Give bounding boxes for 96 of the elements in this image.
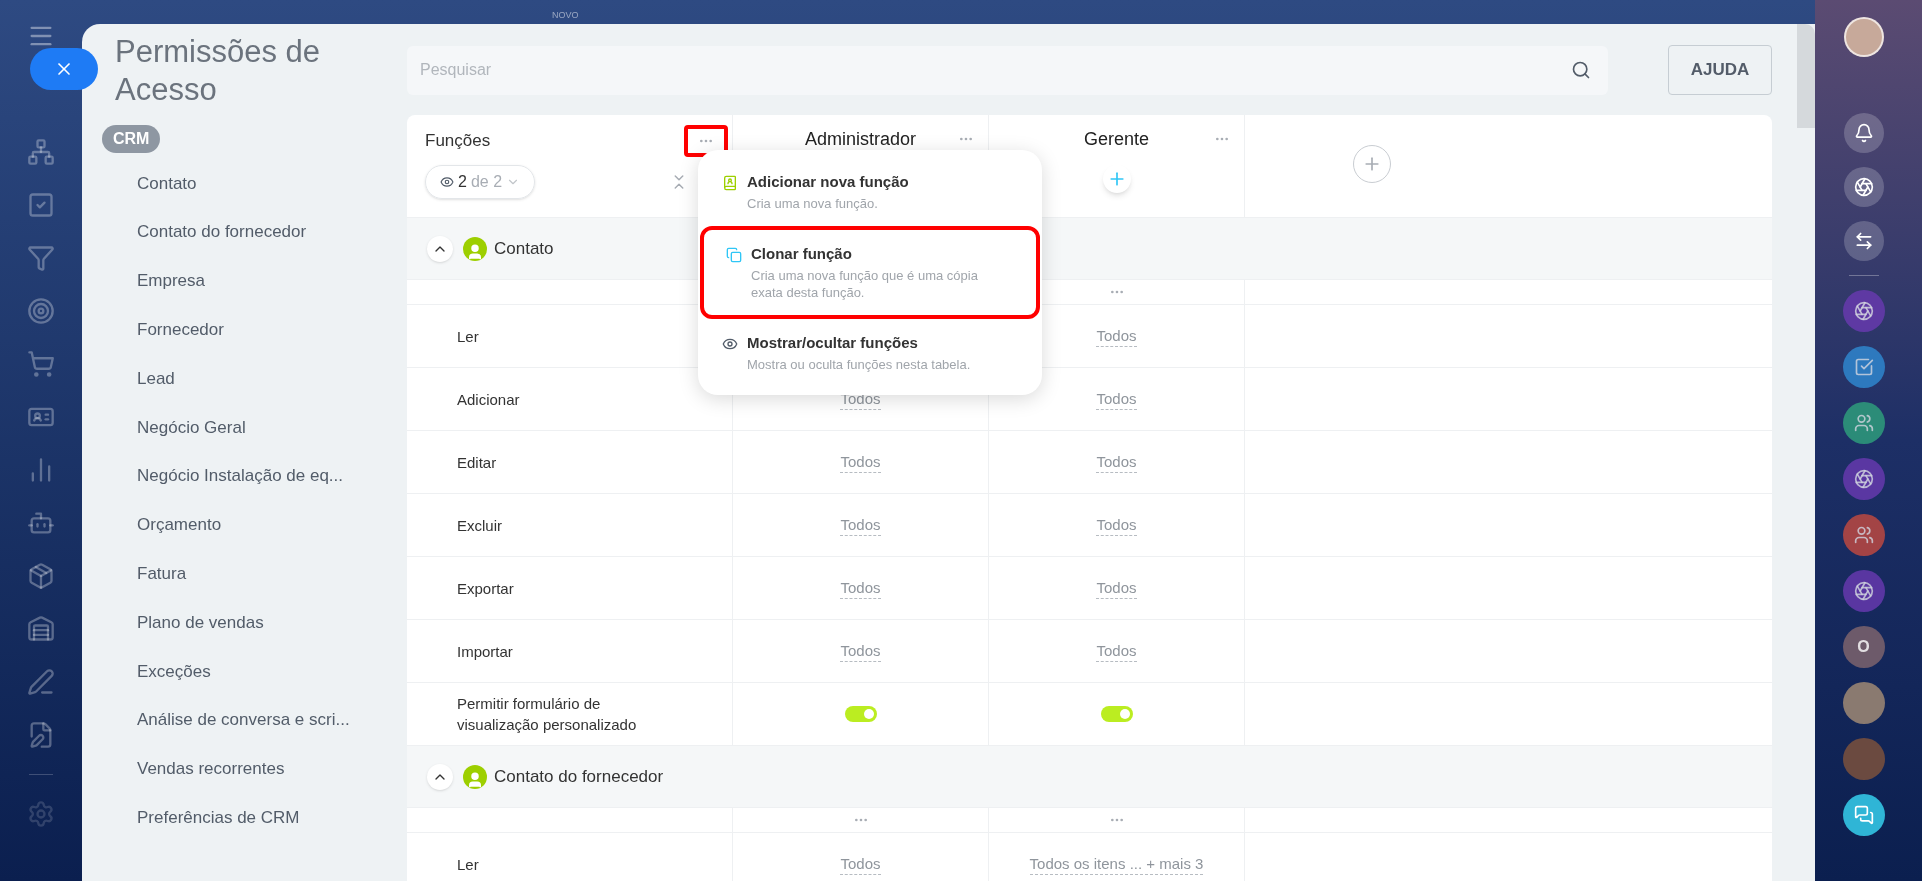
toggle-switch[interactable] <box>844 706 877 722</box>
access-level-link[interactable]: Todos <box>840 853 881 875</box>
permission-label: Excluir <box>457 515 502 536</box>
access-level-link[interactable]: Todos <box>1096 577 1137 599</box>
menu-item-description: Cria uma nova função que é uma cópia exata desta função. <box>751 267 979 301</box>
menu-item[interactable]: Mostrar/ocultar funções Mostra ou oculta funções nesta tabela. <box>700 321 1040 385</box>
eye-icon <box>722 336 738 352</box>
sidebar-item[interactable]: Lead <box>137 365 175 392</box>
aperture-icon <box>1853 301 1874 321</box>
settings-icon[interactable] <box>27 800 55 828</box>
menu-item[interactable]: Adicionar nova função Cria uma nova função. <box>700 160 1040 224</box>
scrollbar[interactable] <box>1797 24 1815 128</box>
page-title: Permissões de Acesso <box>115 33 322 109</box>
sidebar-item[interactable]: Plano de vendas <box>137 609 264 636</box>
chat-button[interactable] <box>1842 402 1885 444</box>
box-icon[interactable] <box>27 562 55 590</box>
sidebar-item[interactable]: Orçamento <box>137 512 222 538</box>
menu-item-description: Mostra ou oculta funções nesta tabela. <box>747 356 972 373</box>
expand-toggle[interactable] <box>427 235 453 262</box>
sidebar-item[interactable]: Exceções <box>137 658 211 685</box>
person-icon <box>463 764 487 789</box>
people-icon <box>1853 413 1874 433</box>
toolbar-button[interactable] <box>1843 221 1884 261</box>
chat-button[interactable] <box>1842 346 1885 388</box>
user-avatar[interactable] <box>1843 17 1884 57</box>
target-icon[interactable] <box>27 297 55 325</box>
chat-button[interactable] <box>1842 290 1885 332</box>
chat-button[interactable] <box>1842 514 1885 556</box>
bell-icon[interactable] <box>1853 123 1874 143</box>
permission-label: Ler <box>457 326 479 347</box>
permission-label: Importar <box>457 641 513 662</box>
sidebar-item[interactable]: Preferências de CRM <box>137 805 300 831</box>
access-level-link[interactable]: Todos <box>840 577 881 599</box>
copy-icon <box>726 247 742 263</box>
sidebar-item[interactable]: Fatura <box>137 561 187 587</box>
toolbar-button[interactable] <box>1843 167 1884 207</box>
access-level-link[interactable]: Todos <box>840 640 881 662</box>
menu-item-title: Adicionar nova função <box>747 172 910 192</box>
chat-icon <box>1853 805 1874 825</box>
close-button[interactable] <box>30 48 98 90</box>
people-icon <box>1853 525 1874 545</box>
new-label: NOVO <box>552 9 579 21</box>
sidebar-item[interactable]: Negócio Instalação de eq... <box>137 463 344 489</box>
sidebar-item[interactable]: Negócio Geral <box>137 414 246 441</box>
checkbox-icon <box>1853 357 1874 377</box>
search-field[interactable]: Pesquisar <box>407 45 1608 95</box>
permission-label: Permitir formulário de visualização personalizado <box>457 694 638 735</box>
expand-toggle[interactable] <box>427 763 453 790</box>
section-title: Contato <box>494 237 554 260</box>
chat-button[interactable] <box>1842 458 1885 500</box>
access-level-link[interactable]: Todos <box>1096 451 1137 473</box>
permission-label: Adicionar <box>457 389 520 410</box>
sidebar-item[interactable]: Contato <box>137 170 197 197</box>
menu-item-title: Mostrar/ocultar funções <box>747 333 919 353</box>
column-title: Funções <box>425 130 491 152</box>
checkbox-icon[interactable] <box>27 191 55 219</box>
access-level-link[interactable]: Todos <box>840 451 881 473</box>
menu-item-description: Cria uma nova função. <box>747 195 879 212</box>
warehouse-icon[interactable] <box>27 615 55 643</box>
access-level-link[interactable]: Todos <box>1096 325 1137 347</box>
section-title: Contato do fornecedor <box>494 765 664 788</box>
initials-avatar[interactable]: O <box>1842 626 1885 668</box>
eye-icon <box>440 175 454 189</box>
sidebar-item[interactable]: Análise de conversa e scri... <box>137 707 350 733</box>
access-level-link[interactable]: Todos <box>1096 514 1137 536</box>
sidebar-item[interactable]: Fornecedor <box>137 317 224 343</box>
aperture-icon <box>1853 469 1874 489</box>
permission-label: Exportar <box>457 578 514 599</box>
pen-icon[interactable] <box>27 668 55 696</box>
funnel-icon[interactable] <box>27 244 55 272</box>
role-title: Gerente <box>1083 128 1149 151</box>
contact-book-icon <box>722 175 738 191</box>
chat-button[interactable] <box>1842 794 1885 836</box>
permission-label: Ler <box>457 854 479 875</box>
add-role-button[interactable] <box>1102 165 1131 193</box>
chat-button[interactable] <box>1842 570 1885 612</box>
permission-label: Editar <box>457 452 497 473</box>
access-level-link[interactable]: Todos os itens ... + mais 3 <box>1029 853 1204 875</box>
search-icon[interactable] <box>1571 59 1591 80</box>
nodes-icon[interactable] <box>27 138 55 166</box>
person-icon <box>463 236 487 261</box>
access-level-link[interactable]: Todos <box>1096 388 1137 410</box>
menu-item-title: Clonar função <box>751 244 853 264</box>
user-avatar[interactable] <box>1842 682 1885 724</box>
cart-icon[interactable] <box>27 350 55 378</box>
access-level-link[interactable]: Todos <box>840 514 881 536</box>
role-title: Administrador <box>804 128 916 151</box>
access-level-link[interactable]: Todos <box>1096 640 1137 662</box>
sidebar-item[interactable]: Vendas recorrentes <box>137 756 285 782</box>
toolbar-button[interactable] <box>1843 113 1884 153</box>
help-button[interactable]: AJUDA <box>1668 45 1772 95</box>
sidebar-item[interactable]: Empresa <box>137 268 206 294</box>
sidebar-item[interactable]: Contato do fornecedor <box>137 219 307 245</box>
aperture-icon <box>1853 581 1874 601</box>
menu-item[interactable]: Clonar função Cria uma nova função que é uma cópia exata desta função. <box>700 226 1040 319</box>
toggle-switch[interactable] <box>1100 706 1133 722</box>
